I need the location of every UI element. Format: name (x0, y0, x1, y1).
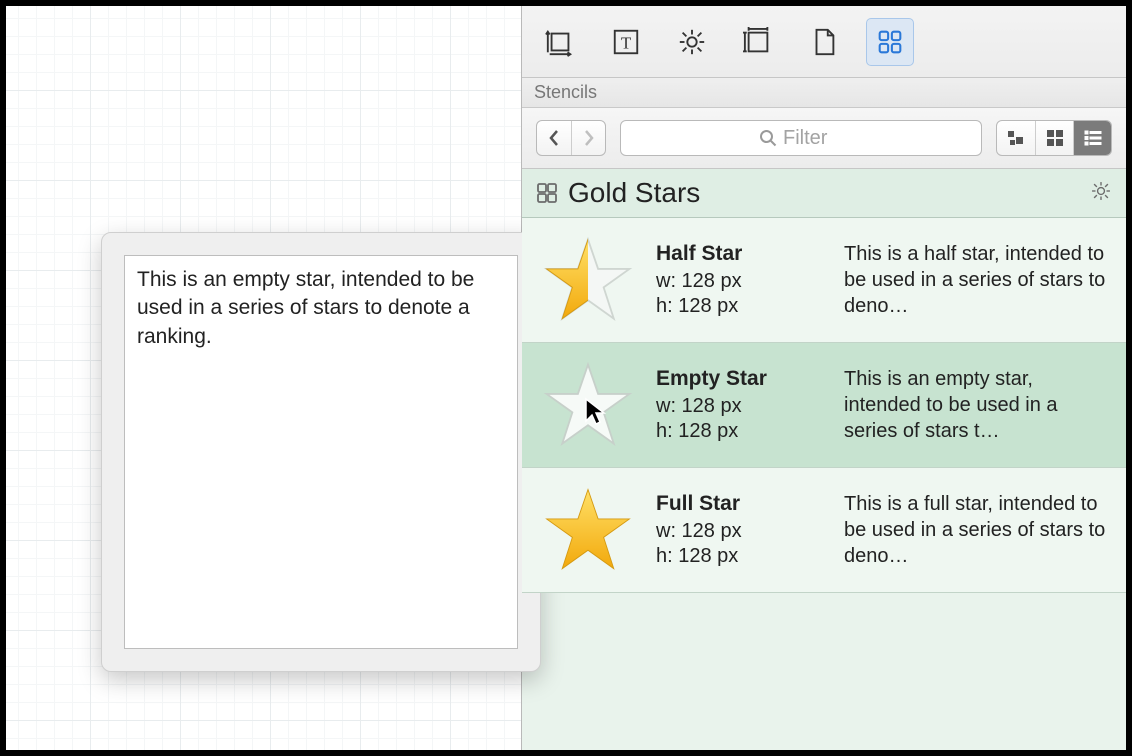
item-meta: Half Star w: 128 px h: 128 px (656, 242, 826, 318)
document-tab[interactable] (800, 18, 848, 66)
empty-star-icon (542, 359, 634, 451)
description-popover: This is an empty star, intended to be us… (101, 232, 541, 672)
text-icon: T (611, 27, 641, 57)
size-icon (743, 27, 773, 57)
item-height: h: 128 px (656, 545, 826, 568)
browser-view-icon (1006, 128, 1026, 148)
properties-tab[interactable] (668, 18, 716, 66)
chevron-right-icon (582, 129, 596, 147)
list-item[interactable]: Full Star w: 128 px h: 128 px This is a … (522, 468, 1126, 593)
item-width: w: 128 px (656, 270, 826, 293)
gear-icon (677, 27, 707, 57)
item-height: h: 128 px (656, 420, 826, 443)
nav-back-button[interactable] (537, 121, 571, 155)
empty-star-thumbnail (538, 355, 638, 455)
item-description: This is a full star, intended to be used… (844, 491, 1110, 569)
item-description: This is a half star, intended to be used… (844, 241, 1110, 319)
list-item[interactable]: Empty Star w: 128 px h: 128 px This is a… (522, 343, 1126, 468)
inspector-panel: T (521, 6, 1126, 750)
item-description: This is an empty star, intended to be us… (844, 366, 1110, 444)
full-star-icon (542, 484, 634, 576)
section-label-text: Stencils (534, 82, 597, 102)
grid-view-icon (1045, 128, 1065, 148)
app-window: This is an empty star, intended to be us… (6, 6, 1126, 750)
item-meta: Empty Star w: 128 px h: 128 px (656, 367, 826, 443)
svg-text:T: T (621, 33, 632, 52)
rulers-icon (545, 27, 575, 57)
half-star-icon (542, 234, 634, 326)
filter-input[interactable] (783, 127, 843, 150)
view-mode-browser[interactable] (997, 121, 1035, 155)
gear-icon (1090, 180, 1112, 202)
view-mode-list[interactable] (1073, 121, 1111, 155)
item-name: Empty Star (656, 367, 826, 391)
nav-forward-button[interactable] (571, 121, 605, 155)
stencil-settings-button[interactable] (1090, 180, 1112, 207)
item-name: Half Star (656, 242, 826, 266)
description-popover-text[interactable]: This is an empty star, intended to be us… (124, 255, 518, 649)
chevron-left-icon (547, 129, 561, 147)
stencil-set-header[interactable]: Gold Stars (522, 169, 1126, 218)
list-item[interactable]: Half Star w: 128 px h: 128 px This is a … (522, 218, 1126, 343)
canvas-area[interactable]: This is an empty star, intended to be us… (6, 6, 521, 750)
filter-field[interactable] (620, 120, 982, 156)
search-icon (759, 129, 777, 147)
page-icon (809, 27, 839, 57)
item-name: Full Star (656, 492, 826, 516)
list-view-icon (1083, 128, 1103, 148)
item-width: w: 128 px (656, 520, 826, 543)
full-star-thumbnail (538, 480, 638, 580)
text-tab[interactable]: T (602, 18, 650, 66)
nav-buttons (536, 120, 606, 156)
popover-text: This is an empty star, intended to be us… (137, 268, 474, 348)
item-width: w: 128 px (656, 395, 826, 418)
section-label: Stencils (522, 78, 1126, 108)
item-height: h: 128 px (656, 295, 826, 318)
half-star-thumbnail (538, 230, 638, 330)
canvas-tab[interactable] (734, 18, 782, 66)
stencils-tab[interactable] (866, 18, 914, 66)
stencils-icon (875, 27, 905, 57)
stencil-set-icon (536, 182, 558, 204)
inspector-tab-bar: T (522, 6, 1126, 78)
stencil-list: Half Star w: 128 px h: 128 px This is a … (522, 218, 1126, 750)
geometry-tab[interactable] (536, 18, 584, 66)
stencil-toolbar (522, 108, 1126, 169)
view-mode-grid[interactable] (1035, 121, 1073, 155)
stencil-set-title: Gold Stars (568, 177, 700, 209)
view-mode-switcher (996, 120, 1112, 156)
item-meta: Full Star w: 128 px h: 128 px (656, 492, 826, 568)
